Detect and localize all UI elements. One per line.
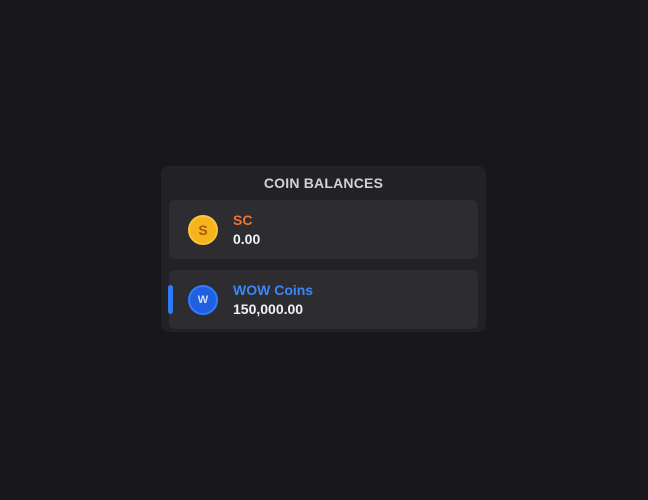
selected-indicator — [168, 285, 173, 314]
coin-amount: 150,000.00 — [233, 301, 304, 317]
sc-coin-icon: S — [188, 215, 218, 245]
coin-name: SC — [233, 212, 253, 228]
coin-row-wow[interactable]: W WOW Coins 150,000.00 — [168, 270, 478, 329]
coin-name: WOW Coins — [233, 282, 314, 298]
coin-row-sc[interactable]: S SC 0.00 — [169, 200, 478, 259]
panel-title: COIN BALANCES — [263, 175, 384, 191]
wow-coin-icon: W — [188, 285, 218, 315]
coin-balances-panel: COIN BALANCES S SC 0.00 W WOW Coins 150,… — [161, 166, 486, 332]
coin-amount: 0.00 — [233, 231, 261, 247]
